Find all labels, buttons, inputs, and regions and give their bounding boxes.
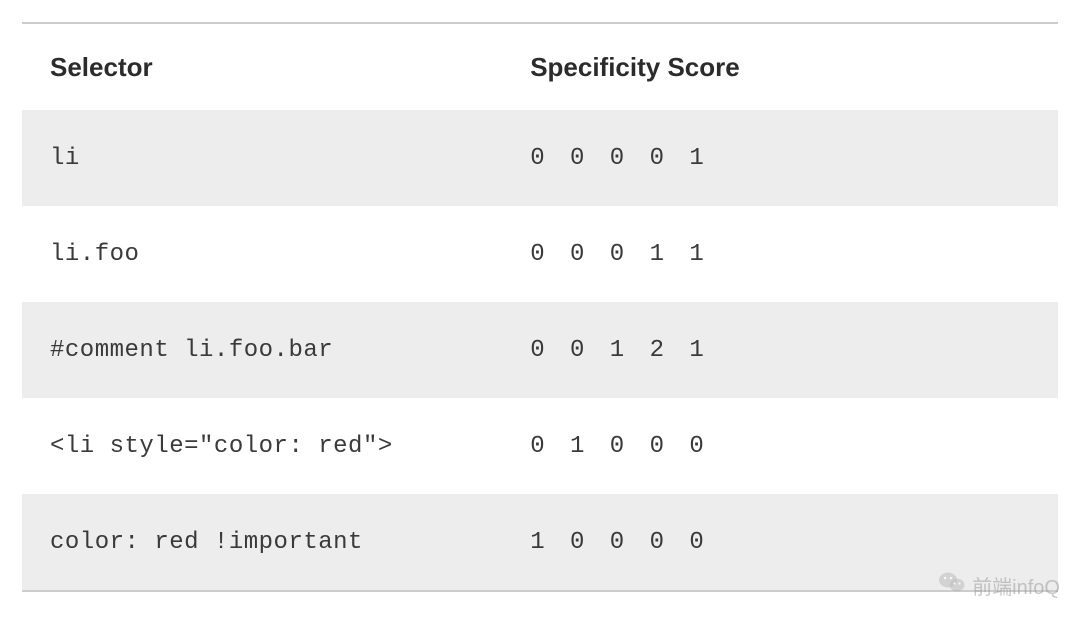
table-row: li.foo 0 0 0 1 1 bbox=[22, 206, 1058, 302]
table-row: li 0 0 0 0 1 bbox=[22, 110, 1058, 206]
header-score: Specificity Score bbox=[530, 52, 1030, 83]
cell-selector: li bbox=[50, 145, 530, 172]
cell-selector: <li style="color: red"> bbox=[50, 433, 530, 460]
table-row: <li style="color: red"> 0 1 0 0 0 bbox=[22, 398, 1058, 494]
cell-selector: li.foo bbox=[50, 241, 530, 268]
table-row: color: red !important 1 0 0 0 0 bbox=[22, 494, 1058, 590]
cell-score: 0 0 1 2 1 bbox=[530, 337, 1030, 364]
table-row: #comment li.foo.bar 0 0 1 2 1 bbox=[22, 302, 1058, 398]
cell-score: 0 0 0 1 1 bbox=[530, 241, 1030, 268]
cell-score: 0 1 0 0 0 bbox=[530, 433, 1030, 460]
cell-score: 1 0 0 0 0 bbox=[530, 529, 1030, 556]
cell-score: 0 0 0 0 1 bbox=[530, 145, 1030, 172]
page: Selector Specificity Score li 0 0 0 0 1 … bbox=[0, 0, 1080, 618]
cell-selector: #comment li.foo.bar bbox=[50, 337, 530, 364]
cell-selector: color: red !important bbox=[50, 529, 530, 556]
table-header-row: Selector Specificity Score bbox=[22, 24, 1058, 110]
header-selector: Selector bbox=[50, 52, 530, 83]
specificity-table: Selector Specificity Score li 0 0 0 0 1 … bbox=[22, 22, 1058, 592]
